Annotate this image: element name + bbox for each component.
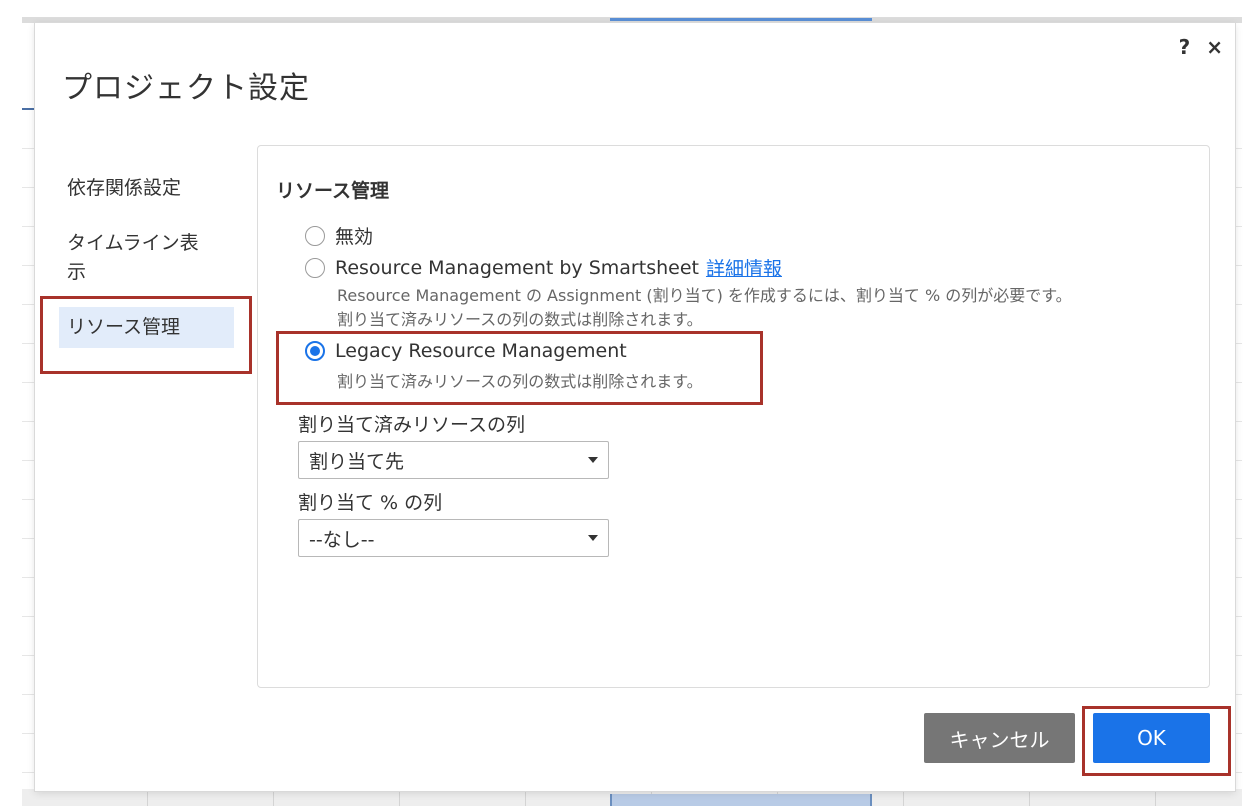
settings-nav: 依存関係設定 タイムライン表示 リソース管理 xyxy=(59,168,234,348)
radio-disabled[interactable] xyxy=(305,225,325,246)
backdrop-selected-column-top xyxy=(610,18,872,21)
cancel-button[interactable]: キャンセル xyxy=(924,713,1075,763)
option-smartsheet-rm[interactable]: Resource Management by Smartsheet 詳細情報 xyxy=(305,254,782,281)
assigned-column-select[interactable]: 割り当て先 xyxy=(298,441,609,479)
dialog-top-icons: ? × xyxy=(1179,35,1223,59)
nav-item-resource-management[interactable]: リソース管理 xyxy=(59,307,234,348)
dialog-title: プロジェクト設定 xyxy=(62,71,310,106)
option-disabled[interactable]: 無効 xyxy=(305,222,373,249)
percent-column-value: --なし-- xyxy=(309,528,375,551)
smartsheet-rm-note-1: Resource Management の Assignment (割り当て) … xyxy=(337,286,1072,305)
percent-column-select[interactable]: --なし-- xyxy=(298,519,609,557)
legacy-rm-note: 割り当て済みリソースの列の数式は削除されます。 xyxy=(337,372,703,391)
nav-item-dependencies[interactable]: 依存関係設定 xyxy=(59,168,234,209)
nav-item-timeline[interactable]: タイムライン表示 xyxy=(59,223,209,293)
option-smartsheet-rm-label: Resource Management by Smartsheet xyxy=(335,256,699,279)
project-settings-dialog: プロジェクト設定 ? × 依存関係設定 タイムライン表示 リソース管理 リソース… xyxy=(35,23,1235,791)
option-legacy-rm-label: Legacy Resource Management xyxy=(335,340,627,362)
close-icon[interactable]: × xyxy=(1206,35,1223,59)
help-icon[interactable]: ? xyxy=(1179,35,1191,59)
backdrop-selected-column-bottom xyxy=(610,794,872,806)
learn-more-link[interactable]: 詳細情報 xyxy=(706,254,782,281)
assigned-column-value: 割り当て先 xyxy=(309,450,405,473)
radio-smartsheet-rm[interactable] xyxy=(305,257,325,278)
chevron-down-icon xyxy=(588,535,598,541)
chevron-down-icon xyxy=(588,457,598,463)
assigned-column-label: 割り当て済みリソースの列 xyxy=(298,414,526,436)
smartsheet-rm-note-2: 割り当て済みリソースの列の数式は削除されます。 xyxy=(337,310,703,329)
resource-settings-panel: リソース管理 無効 Resource Management by Smartsh… xyxy=(257,145,1210,688)
ok-button[interactable]: OK xyxy=(1093,713,1210,763)
section-title: リソース管理 xyxy=(276,180,390,202)
option-disabled-label: 無効 xyxy=(335,226,374,248)
option-legacy-rm[interactable]: Legacy Resource Management xyxy=(305,340,627,362)
percent-column-label: 割り当て % の列 xyxy=(298,492,443,514)
radio-legacy-rm[interactable] xyxy=(305,341,325,361)
